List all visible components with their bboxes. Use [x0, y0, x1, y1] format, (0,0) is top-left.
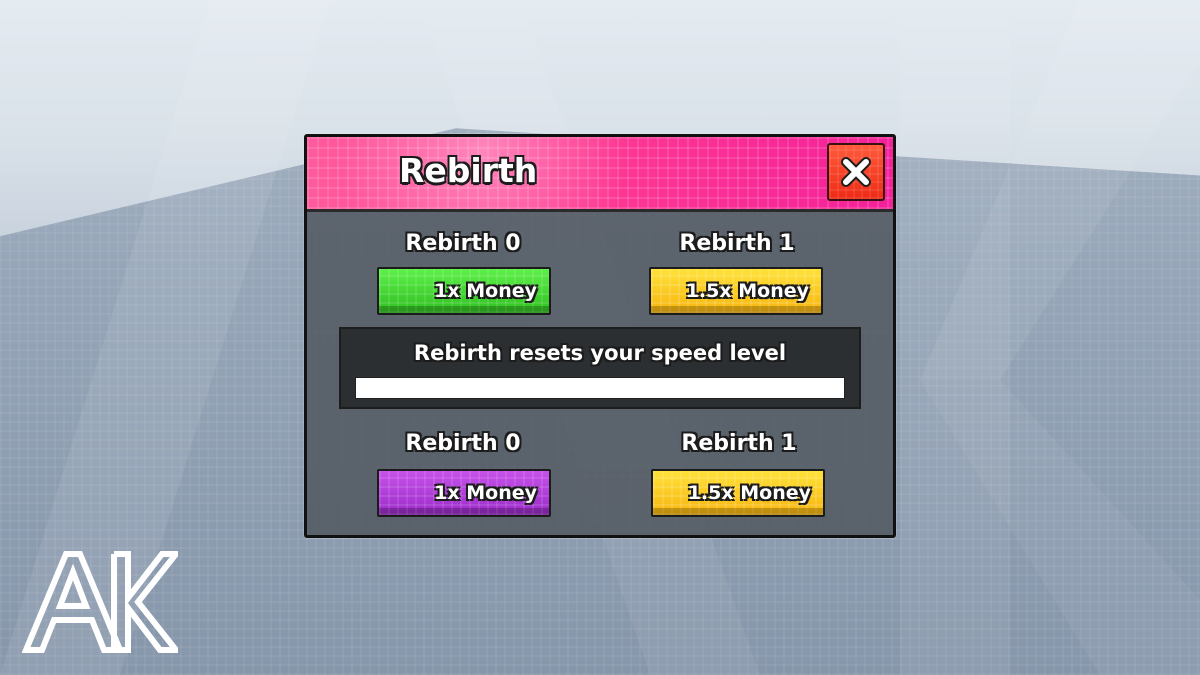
rebirth-0-reward-button-bottom[interactable]: 1x Money	[377, 469, 551, 517]
panel-header: Rebirth	[307, 137, 893, 212]
rebirth-0-reward-text: 1x Money	[434, 280, 537, 302]
rebirth-0-reward-button[interactable]: 1x Money	[377, 267, 551, 315]
rebirth-1-label: Rebirth 1	[679, 231, 795, 256]
rebirth-0-reward-text-bottom: 1x Money	[434, 482, 537, 504]
rebirth-1-reward-text: 1.5x Money	[685, 280, 809, 302]
panel-title: Rebirth	[399, 151, 538, 190]
rebirth-progress-fill	[356, 378, 844, 398]
rebirth-info-box: Rebirth resets your speed level	[339, 327, 861, 409]
rebirth-1-reward-button-bottom[interactable]: 1.5x Money	[651, 469, 825, 517]
ak-logo	[22, 551, 178, 653]
rebirth-panel: Rebirth Rebirth 0 1x Money Rebirth 1 1.5…	[304, 134, 896, 538]
rebirth-0-label-bottom: Rebirth 0	[405, 431, 521, 456]
rebirth-1-reward-button[interactable]: 1.5x Money	[649, 267, 823, 315]
close-button[interactable]	[827, 143, 885, 201]
rebirth-info-text: Rebirth resets your speed level	[413, 341, 787, 365]
rebirth-0-label: Rebirth 0	[405, 231, 521, 256]
rebirth-1-label-bottom: Rebirth 1	[681, 431, 797, 456]
rebirth-1-reward-text-bottom: 1.5x Money	[687, 482, 811, 504]
close-icon	[841, 157, 871, 187]
rebirth-progress-bar	[355, 377, 845, 399]
